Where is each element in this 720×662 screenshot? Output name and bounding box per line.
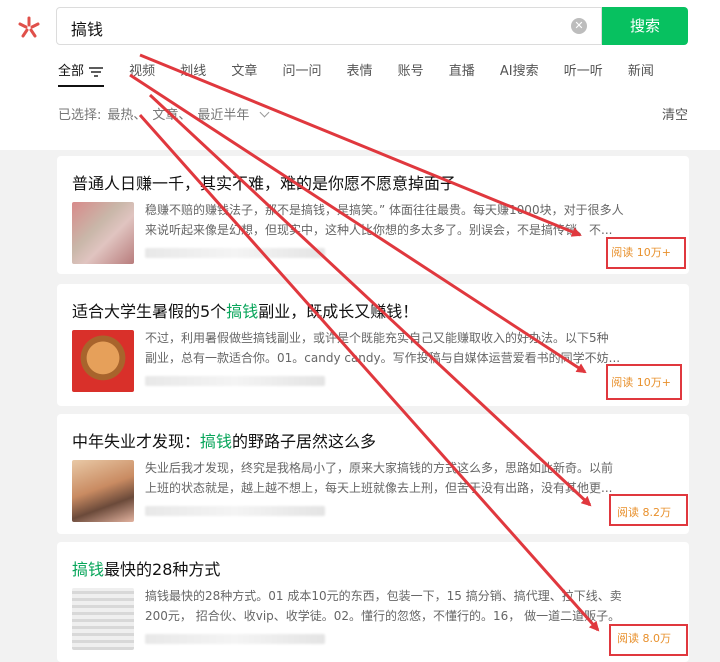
tab-ai-search[interactable]: AI搜索 bbox=[500, 61, 539, 87]
result-card[interactable]: 适合大学生暑假的5个搞钱副业，既成长又赚钱！ 不过，利用暑假做些搞钱副业，或许是… bbox=[57, 284, 689, 406]
annotation-box bbox=[609, 624, 688, 656]
result-title[interactable]: 搞钱最快的28种方式 bbox=[72, 556, 220, 580]
tab-ask[interactable]: 问一问 bbox=[282, 61, 321, 87]
top-bar: 搞钱 ✕ 搜索 全部 视频 划线 文章 问一问 表情 账号 直播 AI搜索 听一… bbox=[0, 0, 720, 150]
source-blurred bbox=[145, 248, 325, 258]
filter-prefix: 已选择: bbox=[58, 108, 102, 123]
result-title[interactable]: 适合大学生暑假的5个搞钱副业，既成长又赚钱！ bbox=[72, 298, 418, 322]
result-card[interactable]: 中年失业才发现：搞钱的野路子居然这么多 失业后我才发现，终究是我格局小了，原来大… bbox=[57, 414, 689, 534]
clear-filters-button[interactable]: 清空 bbox=[662, 104, 688, 123]
tab-live[interactable]: 直播 bbox=[449, 61, 475, 87]
tab-video[interactable]: 视频 bbox=[129, 61, 155, 87]
tab-listen[interactable]: 听一听 bbox=[564, 61, 603, 87]
annotation-box bbox=[606, 364, 682, 400]
tab-highlight[interactable]: 划线 bbox=[180, 61, 206, 87]
result-title[interactable]: 中年失业才发现：搞钱的野路子居然这么多 bbox=[72, 428, 376, 452]
tab-sticker[interactable]: 表情 bbox=[347, 61, 373, 87]
source-blurred bbox=[145, 376, 325, 386]
result-title[interactable]: 普通人日赚一千，其实不难，难的是你愿不愿意掉面子 bbox=[72, 170, 456, 194]
source-blurred bbox=[145, 634, 325, 644]
filter-icon[interactable] bbox=[88, 66, 104, 78]
filter-hot[interactable]: 最热、 bbox=[107, 108, 146, 123]
annotation-box bbox=[606, 237, 686, 269]
search-query[interactable]: 搞钱 bbox=[71, 16, 103, 40]
filter-half-year[interactable]: 最近半年 bbox=[197, 107, 270, 123]
result-thumbnail bbox=[72, 202, 134, 264]
result-card[interactable]: 搞钱最快的28种方式 搞钱最快的28种方式。01 成本10元的东西，包装一下，1… bbox=[57, 542, 689, 662]
tab-all[interactable]: 全部 bbox=[58, 61, 105, 87]
chevron-down-icon bbox=[259, 107, 270, 118]
source-blurred bbox=[145, 506, 325, 516]
result-thumbnail bbox=[72, 588, 134, 650]
tabs-fade bbox=[658, 60, 698, 88]
tab-article[interactable]: 文章 bbox=[231, 61, 257, 87]
result-snippet: 失业后我才发现，终究是我格局小了，原来大家搞钱的方式这么多，思路如此新奇。以前 … bbox=[145, 461, 614, 495]
tab-account[interactable]: 账号 bbox=[398, 61, 424, 87]
result-snippet: 稳赚不赔的赚钱法子，那不是搞钱，是搞笑。” 体面往往最贵。每天赚1000块，对于… bbox=[145, 203, 624, 237]
filter-article[interactable]: 文章、 bbox=[152, 108, 191, 123]
active-filters: 已选择: 最热、 文章、 最近半年 bbox=[58, 104, 274, 123]
result-snippet: 搞钱最快的28种方式。01 成本10元的东西，包装一下，15 搞分销、搞代理、拉… bbox=[145, 589, 622, 623]
annotation-box bbox=[609, 494, 688, 526]
app-logo-icon bbox=[18, 16, 40, 38]
result-thumbnail bbox=[72, 460, 134, 522]
result-card[interactable]: 普通人日赚一千，其实不难，难的是你愿不愿意掉面子 稳赚不赔的赚钱法子，那不是搞钱… bbox=[57, 156, 689, 274]
clear-search-icon[interactable]: ✕ bbox=[571, 18, 587, 34]
result-thumbnail bbox=[72, 330, 134, 392]
search-button[interactable]: 搜索 bbox=[602, 7, 688, 45]
tab-news[interactable]: 新闻 bbox=[628, 61, 654, 87]
search-input[interactable]: 搞钱 ✕ bbox=[56, 7, 602, 45]
result-snippet: 不过，利用暑假做些搞钱副业，或许是个既能充实自己又能赚取收入的好办法。以下5种 … bbox=[145, 331, 621, 365]
category-tabs: 全部 视频 划线 文章 问一问 表情 账号 直播 AI搜索 听一听 新闻 bbox=[58, 60, 698, 90]
